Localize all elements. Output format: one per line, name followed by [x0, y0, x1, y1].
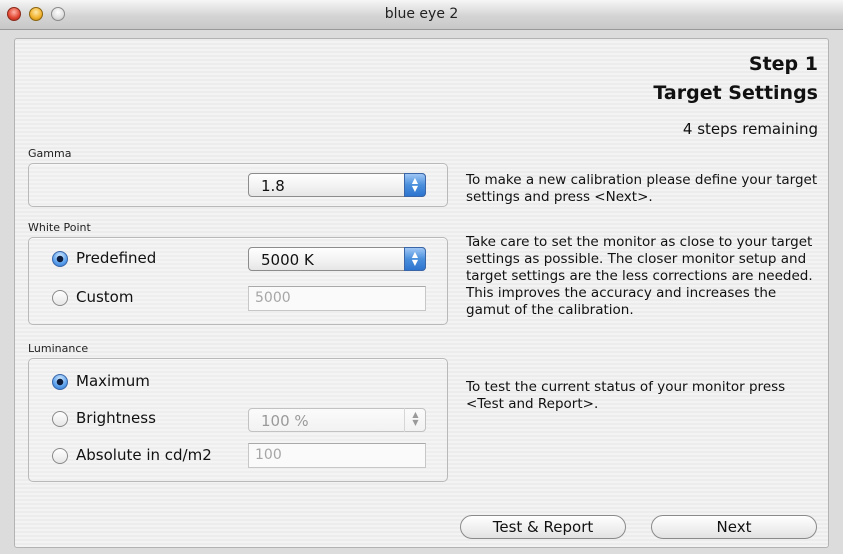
brightness-label: Brightness	[76, 409, 156, 427]
white-point-group: Predefined 5000 K ▲ ▼ Custom 5000	[28, 237, 448, 325]
test-report-button[interactable]: Test & Report	[460, 515, 626, 539]
white-point-label: White Point	[28, 221, 91, 234]
custom-label: Custom	[76, 288, 134, 306]
steps-remaining: 4 steps remaining	[682, 120, 818, 138]
window: blue eye 2 Step 1 Target Settings 4 step…	[0, 0, 843, 554]
predefined-label: Predefined	[76, 249, 157, 267]
window-title: blue eye 2	[384, 6, 459, 22]
gamma-value: 1.8	[261, 177, 285, 195]
brightness-popup[interactable]: 100 % ▲ ▼	[248, 408, 426, 432]
next-button[interactable]: Next	[651, 515, 817, 539]
title-bar[interactable]: blue eye 2	[0, 0, 843, 30]
up-down-arrows-icon: ▲ ▼	[404, 408, 426, 432]
maximum-label: Maximum	[76, 372, 150, 390]
gamma-popup[interactable]: 1.8 ▲ ▼	[248, 173, 426, 197]
description-intro: To make a new calibration please define …	[466, 172, 818, 205]
gamma-label: Gamma	[28, 147, 72, 160]
luminance-label: Luminance	[28, 342, 89, 355]
absolute-label: Absolute in cd/m2	[76, 446, 212, 464]
absolute-luminance-field[interactable]: 100	[248, 443, 426, 468]
up-down-arrows-icon: ▲ ▼	[404, 173, 426, 197]
gamma-group: 1.8 ▲ ▼	[28, 163, 448, 207]
white-point-value: 5000 K	[261, 251, 314, 269]
up-down-arrows-icon: ▲ ▼	[404, 247, 426, 271]
brightness-radio[interactable]	[52, 411, 68, 427]
step-title: Step 1	[748, 53, 818, 75]
white-point-popup[interactable]: 5000 K ▲ ▼	[248, 247, 426, 271]
predefined-radio[interactable]	[52, 251, 68, 267]
content-panel: Step 1 Target Settings 4 steps remaining…	[14, 38, 829, 548]
description-test: To test the current status of your monit…	[466, 379, 786, 412]
custom-radio[interactable]	[52, 290, 68, 306]
absolute-radio[interactable]	[52, 448, 68, 464]
brightness-value: 100 %	[261, 412, 309, 430]
maximum-radio[interactable]	[52, 374, 68, 390]
description-advice: Take care to set the monitor as close to…	[466, 234, 813, 318]
luminance-group: Maximum Brightness 100 % ▲ ▼ Absolute in …	[28, 358, 448, 482]
step-subtitle: Target Settings	[653, 82, 818, 104]
custom-white-point-field[interactable]: 5000	[248, 286, 426, 311]
